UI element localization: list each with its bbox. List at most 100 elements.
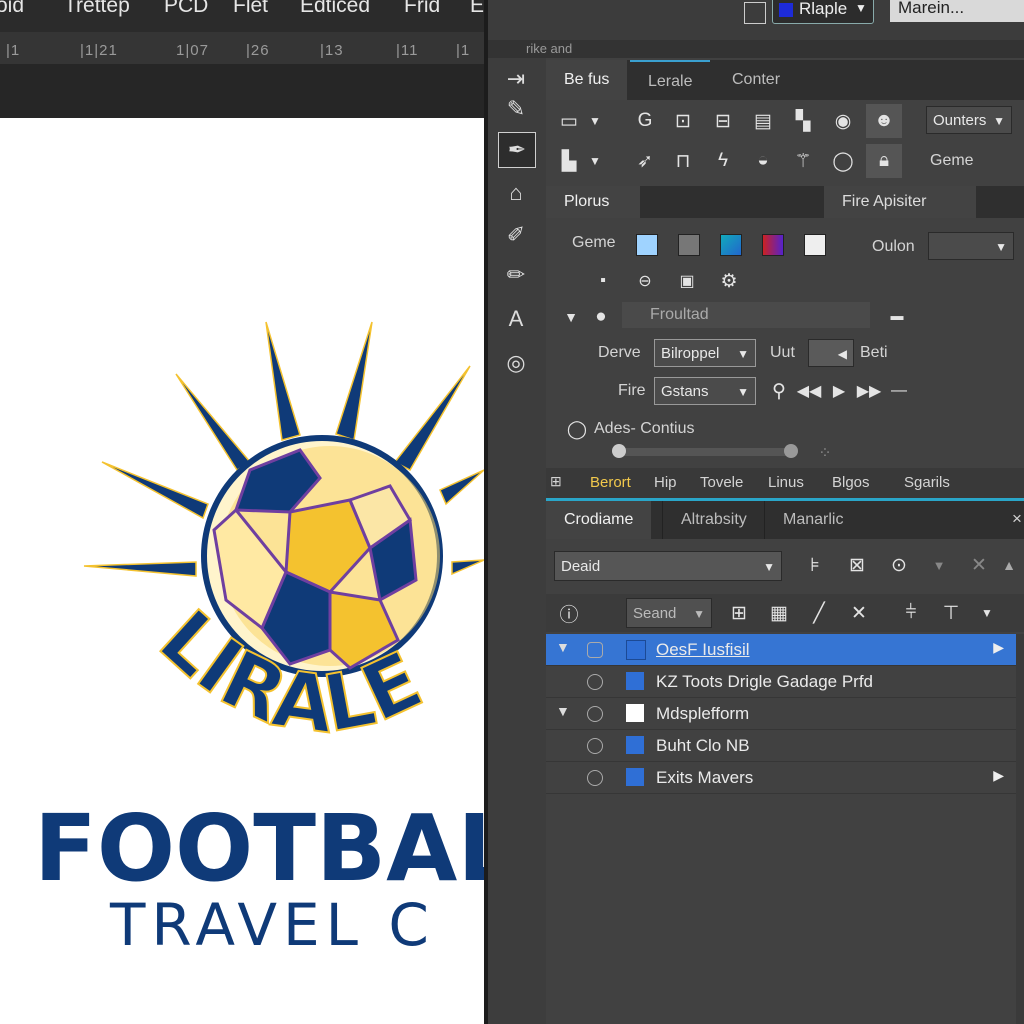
brush-icon[interactable]: ╱ [804, 598, 834, 628]
tab-fire-apisiter[interactable]: Fire Apisiter [824, 186, 976, 218]
menu-item-1[interactable]: Trettep [64, 0, 130, 18]
oulon-dropdown[interactable]: ▼ [928, 232, 1014, 260]
menu-icon[interactable]: ▬ [882, 300, 912, 330]
frame-tool-icon[interactable]: ⊓ [668, 146, 698, 176]
delete-icon[interactable]: ✕ [844, 598, 874, 628]
filter-icon[interactable]: ⊧ [800, 550, 830, 580]
derive-dropdown[interactable]: Bilroppel ▼ [654, 339, 756, 367]
forward-icon[interactable]: ▶▶ [854, 376, 884, 406]
ades-slider[interactable] [612, 444, 798, 458]
layer-style-icon[interactable]: ⊞ [724, 598, 754, 628]
tab-berort[interactable]: Berort [590, 474, 631, 491]
tab-linus[interactable]: Linus [768, 474, 804, 491]
tab-befus[interactable]: Be fus [546, 60, 628, 100]
image-layer-icon[interactable]: ▦ [764, 598, 794, 628]
menu-item-2[interactable]: PCD [164, 0, 208, 18]
brush-tool-icon[interactable]: ✒ [498, 132, 536, 168]
fire-dropdown[interactable]: Gstans ▼ [654, 377, 756, 405]
layer-row[interactable]: KZ Toots Drigle Gadage Prfd [546, 666, 1016, 698]
layer-name[interactable]: Buht Clo NB [656, 736, 750, 756]
blend-mode-dropdown[interactable]: Deaid ▼ [554, 551, 782, 581]
speech-icon[interactable]: ◯ [828, 146, 858, 176]
tab-sgarils[interactable]: Sgarils [904, 474, 950, 491]
target-icon[interactable]: ◉ [828, 106, 858, 136]
visibility-icon[interactable] [587, 706, 603, 722]
menu-item-3[interactable]: Flet [233, 0, 268, 18]
search-dropdown[interactable]: Seand ▼ [626, 598, 712, 628]
document-canvas[interactable]: LIRALE FOOTBAL TRAVEL C [0, 118, 484, 1024]
visibility-icon[interactable] [587, 674, 603, 690]
marquee-tool-icon[interactable]: ✎ [498, 92, 534, 126]
menu-item-0[interactable]: oid [0, 0, 24, 18]
pen-tool-icon[interactable]: ✐ [498, 218, 534, 252]
pin-icon[interactable]: ⚲ [764, 376, 794, 406]
eye-icon[interactable]: ◒ [748, 146, 778, 176]
lock-icon[interactable]: 🔒︎ [866, 144, 902, 178]
chevron-up-icon[interactable]: ▲ [994, 550, 1024, 580]
tab-altrabsity[interactable]: Altrabsity [662, 501, 765, 539]
slider-handle[interactable] [612, 444, 626, 458]
layers-scrollbar[interactable] [1016, 634, 1024, 1024]
layer-row[interactable]: ▼ OesF Iusfisil ▶ [546, 634, 1016, 666]
chevron-down-icon[interactable]: ▼ [556, 703, 570, 719]
bucket-icon[interactable]: ▪ [588, 266, 618, 296]
close-icon[interactable]: × [1012, 509, 1022, 529]
play-icon[interactable]: ▶ [824, 376, 854, 406]
tab-conter[interactable]: Conter [714, 60, 798, 100]
menu-item-6[interactable]: E [470, 0, 484, 18]
chevron-down-icon[interactable]: ▼ [556, 302, 586, 332]
tab-crodiame[interactable]: Crodiame [546, 501, 652, 539]
tab-lerale[interactable]: Lerale [630, 60, 711, 102]
visibility-icon[interactable] [587, 770, 603, 786]
frame-icon[interactable] [744, 2, 766, 24]
wand-icon[interactable]: ⚚ [788, 146, 818, 176]
layer-row[interactable]: Buht Clo NB [546, 730, 1016, 762]
swatch-red[interactable] [762, 234, 784, 256]
menu-item-4[interactable]: Edticed [300, 0, 370, 18]
layer-name[interactable]: Exits Mavers [656, 768, 753, 788]
chevron-down-icon[interactable]: ▼ [924, 550, 954, 580]
lasso-icon[interactable]: G [630, 106, 660, 136]
close-icon[interactable]: ✕ [964, 550, 994, 580]
layer-name[interactable]: Mdsplefform [656, 704, 749, 724]
lightning-icon[interactable]: ϟ [708, 146, 738, 176]
froultad-field[interactable]: Froultad [622, 302, 870, 328]
chevron-down-icon[interactable]: ▼ [580, 146, 610, 176]
move-tool-icon[interactable]: ⇥ [498, 62, 534, 96]
layer-name[interactable]: KZ Toots Drigle Gadage Prfd [656, 672, 873, 692]
pointer-icon[interactable]: ➶ [630, 146, 660, 176]
grid-icon[interactable]: ⊞ [550, 473, 562, 490]
dots-icon[interactable]: ⁘ [810, 438, 840, 468]
stamp-tool-icon[interactable]: ⌂ [498, 176, 534, 210]
chevron-right-icon[interactable]: ▶ [993, 767, 1004, 784]
adjust-icon[interactable]: ⊙ [884, 550, 914, 580]
layer-row[interactable]: Exits Mavers ▶ [546, 762, 1016, 794]
type-tool-icon[interactable]: A [498, 302, 534, 336]
dash-icon[interactable]: — [884, 376, 914, 406]
layer-row[interactable]: ▼ Mdsplefform [546, 698, 1016, 730]
crop-icon[interactable]: ⊡ [668, 106, 698, 136]
chevron-down-icon[interactable]: ▼ [972, 598, 1002, 628]
camera-icon[interactable]: ⊟ [708, 106, 738, 136]
color-mode-dropdown[interactable]: Rlaple ▼ [772, 0, 874, 24]
mask-icon[interactable]: ⊠ [842, 550, 872, 580]
tab-manarlic[interactable]: Manarlic [764, 501, 861, 539]
chevron-down-icon[interactable]: ▼ [580, 106, 610, 136]
tab-blgos[interactable]: Blgos [832, 474, 870, 491]
swatch-teal[interactable] [720, 234, 742, 256]
swatch-light-blue[interactable] [636, 234, 658, 256]
group-icon[interactable]: ⊤ [936, 598, 966, 628]
pencil-tool-icon[interactable]: ✏ [498, 258, 534, 292]
slider-handle[interactable] [784, 444, 798, 458]
layer-name[interactable]: OesF Iusfisil [656, 640, 750, 660]
swatch-gray[interactable] [678, 234, 700, 256]
chevron-down-icon[interactable]: ▼ [556, 639, 570, 655]
bulb-icon[interactable]: ● [586, 302, 616, 332]
swatch-white[interactable] [804, 234, 826, 256]
info-icon[interactable]: ⓘ [554, 598, 584, 628]
gear-icon[interactable]: ⚙ [714, 266, 744, 296]
image-icon[interactable]: ▤ [748, 106, 778, 136]
tab-hip[interactable]: Hip [654, 474, 677, 491]
fill-icon[interactable]: ▚ [788, 106, 818, 136]
visibility-icon[interactable] [587, 642, 603, 658]
